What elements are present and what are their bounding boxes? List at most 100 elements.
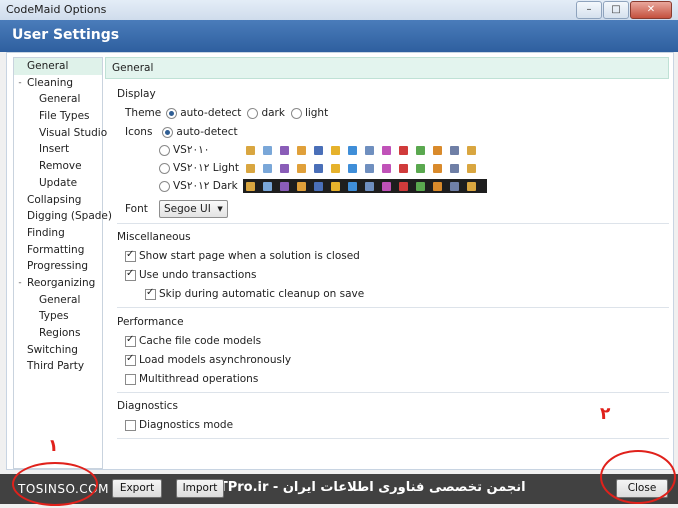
cache-models-checkbox[interactable] [125,334,136,347]
sidebar-item-label: Finding [27,226,65,239]
theme-light-radio[interactable] [290,107,302,119]
annotation-number-two: ۲ [600,404,611,424]
import-button[interactable]: Import [176,479,224,498]
theme-preview-icon [263,145,272,155]
sidebar-item-cleaning-general[interactable]: General [14,91,102,108]
theme-preview-icon [433,181,442,191]
diagnostics-section: Diagnostics Diagnostics mode [117,400,669,450]
theme-preview-icon [450,145,459,155]
theme-preview-icon [331,163,340,173]
skip-cleanup-checkbox[interactable] [145,287,156,300]
theme-preview-icon [263,163,272,173]
sidebar-item-progressing[interactable]: Progressing [14,258,102,275]
sidebar-item-digging[interactable]: Digging (Spade) [14,208,112,225]
theme-preview-icon [382,163,391,173]
icons-label: Icons [125,126,153,138]
theme-preview-icon [280,181,289,191]
watermark-banner: TOSINSO.COM ITPro.ir - انجمن تخصصی فناور… [0,474,678,504]
collapse-icon[interactable]: - [16,278,24,287]
icons-vs2012-light-label: VS۲۰۱۲ Light [173,162,239,174]
skip-cleanup-row: Skip during automatic cleanup on save [145,287,364,300]
close-window-button[interactable]: ✕ [630,1,672,19]
minimize-icon: – [586,4,592,15]
sidebar-item-third-party[interactable]: Third Party [14,358,102,375]
window-controls: – □ ✕ [575,1,672,19]
multithread-checkbox[interactable] [125,373,136,385]
icons-vs2012-dark-label: VS۲۰۱۲ Dark [173,180,238,192]
load-async-checkbox[interactable] [125,353,136,366]
theme-preview-icon [297,181,306,191]
theme-auto-radio[interactable] [166,107,178,119]
theme-preview-icon [263,181,272,191]
theme-preview-icon [331,181,340,191]
theme-preview-icon [297,163,306,173]
diagnostics-mode-checkbox[interactable] [125,419,136,431]
theme-preview-icon [467,163,476,173]
sidebar-item-insert[interactable]: Insert [14,141,102,158]
theme-dark-radio[interactable] [247,107,259,119]
theme-preview-icon [450,163,459,173]
sidebar-item-formatting[interactable]: Formatting [14,242,102,259]
theme-preview-icon [314,163,323,173]
sidebar-item-label: Types [39,310,69,323]
icons-vs2012-dark-radio[interactable] [159,180,170,192]
page-title: User Settings [12,27,120,43]
sidebar-item-finding[interactable]: Finding [14,225,102,242]
sidebar-item-label: General [27,60,69,72]
sidebar-item-switching[interactable]: Switching [14,342,102,359]
theme-preview-icon [399,145,408,155]
collapse-icon[interactable]: - [16,78,24,87]
theme-preview-icon [433,145,442,155]
export-button[interactable]: Export [112,479,162,498]
sidebar-item-remove[interactable]: Remove [14,158,102,175]
sidebar-item-general[interactable]: General [14,58,102,75]
annotation-circle-right [600,450,676,504]
theme-preview-icon [246,145,255,155]
sidebar-item-reorganizing-general[interactable]: General [14,292,102,309]
minimize-button[interactable]: – [576,1,602,19]
sidebar-item-reorganizing[interactable]: - Reorganizing [14,275,102,292]
vs2010-icon-strip [243,143,487,157]
theme-preview-icon [416,163,425,173]
maximize-icon: □ [611,4,621,15]
sidebar-item-file-types[interactable]: File Types [14,108,102,125]
font-select[interactable]: Segoe UI ▼ [159,200,228,218]
vs2012-light-icon-strip [243,161,487,175]
export-label: Export [119,482,155,494]
sidebar-item-label: Formatting [27,243,85,256]
diagnostics-mode-row: Diagnostics mode [125,419,233,431]
theme-preview-icon [348,181,357,191]
sidebar-item-update[interactable]: Update [14,175,102,192]
maximize-button[interactable]: □ [603,1,629,19]
theme-preview-icon [280,145,289,155]
display-divider [117,223,669,224]
sidebar-item-types[interactable]: Types [14,308,102,325]
theme-preview-icon [365,181,374,191]
theme-preview-icon [314,181,323,191]
theme-preview-icon [450,181,459,191]
theme-preview-icon [348,163,357,173]
sidebar-item-label: Visual Studio [39,126,108,139]
options-window: CodeMaid Options – □ ✕ User Settings Gen… [0,0,678,508]
sidebar-item-cleaning[interactable]: - Cleaning [14,75,102,92]
theme-preview-icon [365,145,374,155]
theme-preview-icon [331,145,340,155]
font-row: Font [125,203,148,215]
theme-preview-icon [467,145,476,155]
icons-auto-radio[interactable] [162,126,174,138]
icons-auto-row: Icons auto-detect [125,126,238,138]
undo-transactions-checkbox[interactable] [125,268,136,281]
sidebar-item-collapsing[interactable]: Collapsing [14,192,102,209]
sidebar-item-regions[interactable]: Regions [14,325,102,342]
icons-vs2010-radio[interactable] [159,144,170,156]
icons-vs2012-light-radio[interactable] [159,162,170,174]
settings-panel: General Display Theme auto-detect dark l… [105,57,669,467]
show-start-page-checkbox[interactable] [125,249,136,262]
theme-dark-label: dark [261,107,285,119]
undo-transactions-row: Use undo transactions [125,268,256,281]
show-start-page-row: Show start page when a solution is close… [125,249,360,262]
sidebar-item-label: Cleaning [27,76,74,89]
sidebar-item-visual-studio[interactable]: Visual Studio [14,125,107,142]
sidebar-item-label: Reorganizing [27,276,96,289]
diagnostics-title: Diagnostics [117,400,178,412]
